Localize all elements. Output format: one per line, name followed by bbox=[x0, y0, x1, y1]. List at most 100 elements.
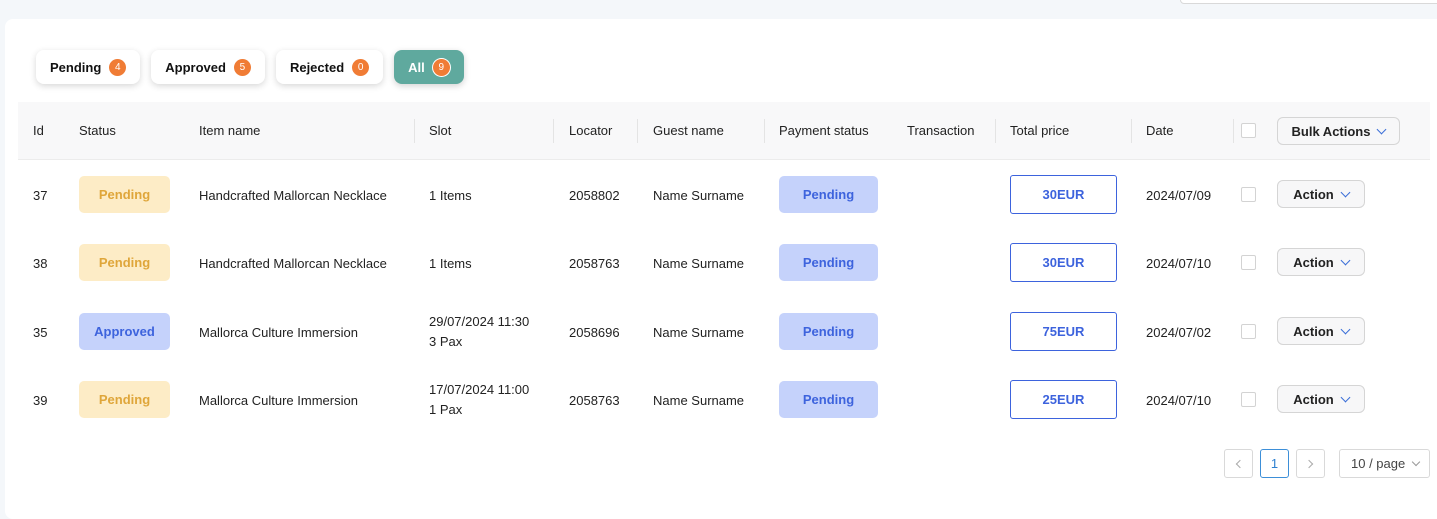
bookings-card: Pending 4 Approved 5 Rejected 0 All 9 Id… bbox=[5, 19, 1437, 519]
filter-rejected-count: 0 bbox=[352, 58, 370, 76]
chevron-down-icon bbox=[1340, 324, 1351, 334]
col-item-name[interactable]: Item name bbox=[199, 102, 260, 160]
locator: 2058696 bbox=[569, 325, 620, 340]
select-all-checkbox[interactable] bbox=[1241, 123, 1256, 138]
col-divider bbox=[414, 119, 415, 143]
bulk-actions-button[interactable]: Bulk Actions bbox=[1277, 117, 1400, 145]
guest-name: Name Surname bbox=[653, 325, 745, 340]
total-price: 25EUR bbox=[1010, 380, 1117, 419]
row-checkbox[interactable] bbox=[1241, 324, 1256, 339]
table-row: 37 Pending Handcrafted Mallorcan Necklac… bbox=[18, 161, 1430, 229]
total-price: 30EUR bbox=[1010, 243, 1117, 282]
slot: 1 Items bbox=[429, 188, 472, 203]
guest-name: Name Surname bbox=[653, 256, 745, 271]
col-divider bbox=[553, 119, 554, 143]
row-action-button[interactable]: Action bbox=[1277, 180, 1365, 208]
prev-page-button[interactable] bbox=[1224, 449, 1253, 478]
locator: 2058763 bbox=[569, 256, 620, 271]
row-action-button[interactable]: Action bbox=[1277, 385, 1365, 413]
chevron-right-icon bbox=[1304, 459, 1314, 468]
slot-pax: 3 Pax bbox=[429, 334, 463, 349]
row-id: 35 bbox=[33, 325, 48, 340]
status-badge: Approved bbox=[79, 313, 170, 350]
row-action-label: Action bbox=[1293, 323, 1334, 339]
chevron-down-icon bbox=[1340, 187, 1351, 197]
col-slot[interactable]: Slot bbox=[429, 102, 451, 160]
slot: 1 Items bbox=[429, 256, 472, 271]
chevron-down-icon bbox=[1377, 124, 1387, 134]
filter-pending-label: Pending bbox=[50, 59, 102, 75]
payment-status-badge: Pending bbox=[779, 244, 878, 281]
col-status[interactable]: Status bbox=[79, 102, 116, 160]
row-action-button[interactable]: Action bbox=[1277, 317, 1365, 345]
status-filter-tabs: Pending 4 Approved 5 Rejected 0 All 9 bbox=[36, 50, 475, 84]
table-row: 35 Approved Mallorca Culture Immersion 2… bbox=[18, 298, 1430, 366]
row-id: 38 bbox=[33, 256, 48, 271]
table-row: 38 Pending Handcrafted Mallorcan Necklac… bbox=[18, 229, 1430, 297]
item-name: Handcrafted Mallorcan Necklace bbox=[199, 188, 387, 203]
col-divider bbox=[995, 119, 996, 143]
chevron-down-icon bbox=[1340, 392, 1351, 402]
filter-rejected-label: Rejected bbox=[289, 59, 345, 75]
status-badge: Pending bbox=[79, 381, 170, 418]
payment-status-badge: Pending bbox=[779, 381, 878, 418]
date: 2024/07/09 bbox=[1146, 188, 1212, 203]
col-total-price[interactable]: Total price bbox=[1010, 102, 1069, 160]
total-price: 75EUR bbox=[1010, 312, 1117, 351]
row-action-label: Action bbox=[1293, 254, 1334, 270]
locator: 2058763 bbox=[569, 393, 620, 408]
col-payment-status[interactable]: Payment status bbox=[779, 102, 869, 160]
row-checkbox[interactable] bbox=[1241, 255, 1256, 270]
date: 2024/07/10 bbox=[1146, 256, 1212, 271]
filter-all-label: All bbox=[408, 59, 425, 75]
guest-name: Name Surname bbox=[653, 188, 745, 203]
filter-approved-count: 5 bbox=[233, 58, 251, 76]
filter-pending-count: 4 bbox=[109, 58, 127, 76]
payment-status-badge: Pending bbox=[779, 313, 878, 350]
top-search-input[interactable] bbox=[1180, 0, 1437, 4]
filter-rejected[interactable]: Rejected 0 bbox=[275, 50, 384, 84]
next-page-button[interactable] bbox=[1296, 449, 1325, 478]
col-divider bbox=[637, 119, 638, 143]
table-header: Id Status Item name Slot Locator Guest n… bbox=[18, 102, 1430, 160]
col-date[interactable]: Date bbox=[1146, 102, 1173, 160]
bulk-actions-label: Bulk Actions bbox=[1291, 123, 1371, 139]
row-checkbox[interactable] bbox=[1241, 187, 1256, 202]
status-badge: Pending bbox=[79, 176, 170, 213]
date: 2024/07/10 bbox=[1146, 393, 1212, 408]
filter-approved-label: Approved bbox=[165, 59, 226, 75]
item-name: Mallorca Culture Immersion bbox=[199, 393, 358, 408]
col-divider bbox=[1233, 119, 1234, 143]
col-id[interactable]: Id bbox=[33, 102, 44, 160]
status-badge: Pending bbox=[79, 244, 170, 281]
col-guest-name[interactable]: Guest name bbox=[653, 102, 724, 160]
row-checkbox[interactable] bbox=[1241, 392, 1256, 407]
filter-all[interactable]: All 9 bbox=[394, 50, 464, 84]
row-action-label: Action bbox=[1293, 186, 1334, 202]
item-name: Handcrafted Mallorcan Necklace bbox=[199, 256, 387, 271]
slot-pax: 1 Pax bbox=[429, 402, 463, 417]
chevron-down-icon bbox=[1411, 457, 1421, 466]
col-locator[interactable]: Locator bbox=[569, 102, 612, 160]
row-id: 37 bbox=[33, 188, 48, 203]
slot-datetime: 17/07/2024 11:00 bbox=[429, 382, 530, 397]
payment-status-badge: Pending bbox=[779, 176, 878, 213]
date: 2024/07/02 bbox=[1146, 325, 1212, 340]
filter-all-count: 9 bbox=[432, 58, 450, 76]
slot: 29/07/2024 11:30 3 Pax bbox=[429, 312, 529, 352]
filter-approved[interactable]: Approved 5 bbox=[151, 50, 265, 84]
page-size-label: 10 / page bbox=[1351, 456, 1406, 471]
item-name: Mallorca Culture Immersion bbox=[199, 325, 358, 340]
slot-datetime: 29/07/2024 11:30 bbox=[429, 314, 530, 329]
chevron-left-icon bbox=[1235, 459, 1245, 468]
page-number-button[interactable]: 1 bbox=[1260, 449, 1289, 478]
filter-pending[interactable]: Pending 4 bbox=[36, 50, 141, 84]
locator: 2058802 bbox=[569, 188, 620, 203]
col-divider bbox=[764, 119, 765, 143]
row-action-button[interactable]: Action bbox=[1277, 248, 1365, 276]
page-size-select[interactable]: 10 / page bbox=[1339, 449, 1430, 478]
col-transaction[interactable]: Transaction bbox=[907, 102, 974, 160]
slot: 17/07/2024 11:00 1 Pax bbox=[429, 380, 529, 420]
chevron-down-icon bbox=[1340, 255, 1351, 265]
table-row: 39 Pending Mallorca Culture Immersion 17… bbox=[18, 366, 1430, 434]
